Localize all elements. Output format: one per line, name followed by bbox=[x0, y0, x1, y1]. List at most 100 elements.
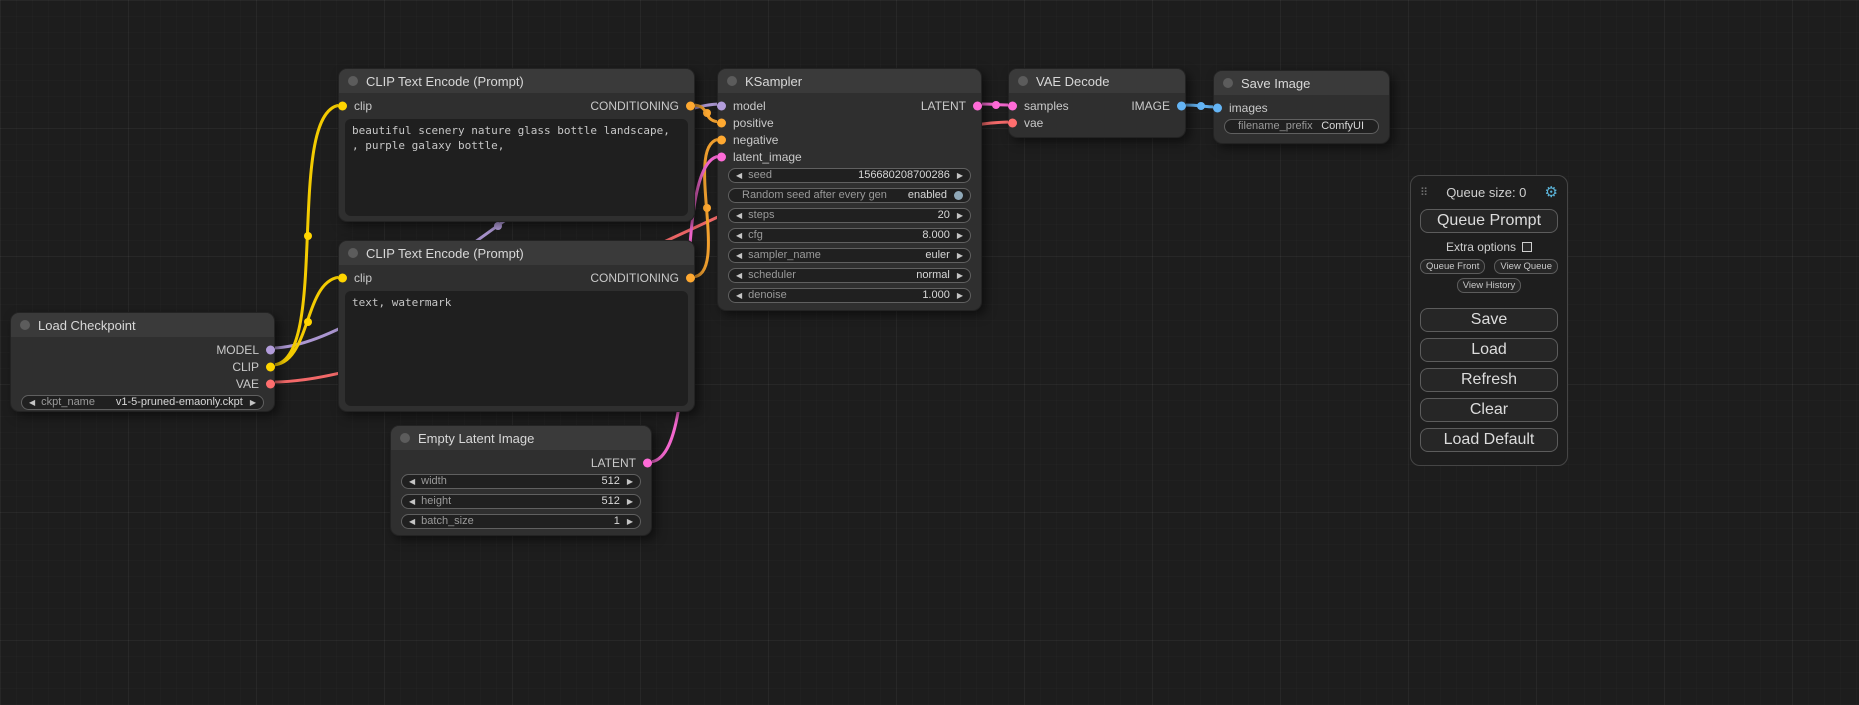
decrement-arrow-icon[interactable]: ◀ bbox=[736, 212, 742, 220]
clip-positive-title-bar[interactable]: CLIP Text Encode (Prompt) bbox=[339, 69, 694, 93]
conditioning-output-dot[interactable] bbox=[686, 273, 695, 282]
decrement-arrow-icon[interactable]: ◀ bbox=[409, 518, 415, 526]
decrement-arrow-icon[interactable]: ◀ bbox=[736, 292, 742, 300]
node-clip-text-encode-positive[interactable]: CLIP Text Encode (Prompt) clip CONDITION… bbox=[338, 68, 695, 222]
widget-label: height bbox=[421, 496, 451, 507]
vae-input-dot[interactable] bbox=[1008, 118, 1017, 127]
ksampler-title-bar[interactable]: KSampler bbox=[718, 69, 981, 93]
extra-options-checkbox[interactable] bbox=[1522, 242, 1532, 252]
refresh-button[interactable]: Refresh bbox=[1420, 368, 1558, 392]
filename-prefix-widget[interactable]: filename_prefix ComfyUI bbox=[1224, 119, 1379, 134]
decrement-arrow-icon[interactable]: ◀ bbox=[409, 478, 415, 486]
load-checkpoint-title-bar[interactable]: Load Checkpoint bbox=[11, 313, 274, 337]
node-clip-text-encode-negative[interactable]: CLIP Text Encode (Prompt) clip CONDITION… bbox=[338, 240, 695, 412]
seed-widget[interactable]: ◀ seed 156680208700286 ▶ bbox=[728, 168, 971, 183]
slot-label: CONDITIONING bbox=[590, 271, 679, 285]
node-empty-latent-image[interactable]: Empty Latent Image LATENT ◀ width 512 ▶ … bbox=[390, 425, 652, 536]
increment-arrow-icon[interactable]: ▶ bbox=[957, 272, 963, 280]
menu-drag-handle-icon[interactable]: ⠿ bbox=[1420, 186, 1428, 199]
cfg-widget[interactable]: ◀ cfg 8.000 ▶ bbox=[728, 228, 971, 243]
output-slot-clip: CLIP bbox=[11, 358, 274, 375]
images-input-dot[interactable] bbox=[1213, 103, 1222, 112]
save-button[interactable]: Save bbox=[1420, 308, 1558, 332]
steps-widget[interactable]: ◀ steps 20 ▶ bbox=[728, 208, 971, 223]
queue-front-button[interactable]: Queue Front bbox=[1420, 259, 1485, 274]
widget-value: 156680208700286 bbox=[858, 170, 950, 181]
increment-arrow-icon[interactable]: ▶ bbox=[627, 498, 633, 506]
vae-decode-title-bar[interactable]: VAE Decode bbox=[1009, 69, 1185, 93]
widget-label: Random seed after every gen bbox=[742, 190, 887, 201]
clip-negative-title-bar[interactable]: CLIP Text Encode (Prompt) bbox=[339, 241, 694, 265]
node-title-text: Save Image bbox=[1241, 76, 1310, 91]
view-history-button[interactable]: View History bbox=[1457, 278, 1522, 293]
slot-row-samples-image: samples IMAGE bbox=[1009, 97, 1185, 114]
widget-value: normal bbox=[916, 270, 950, 281]
decrement-arrow-icon[interactable]: ◀ bbox=[736, 272, 742, 280]
view-queue-button[interactable]: View Queue bbox=[1494, 259, 1558, 274]
positive-input-dot[interactable] bbox=[717, 118, 726, 127]
load-button[interactable]: Load bbox=[1420, 338, 1558, 362]
queue-small-buttons-row: Queue Front View Queue bbox=[1420, 259, 1558, 274]
scheduler-widget[interactable]: ◀ scheduler normal ▶ bbox=[728, 268, 971, 283]
queue-size-label: Queue size: 0 bbox=[1428, 185, 1544, 200]
decrement-arrow-icon[interactable]: ◀ bbox=[736, 172, 742, 180]
decrement-arrow-icon[interactable]: ◀ bbox=[29, 399, 35, 407]
width-widget[interactable]: ◀ width 512 ▶ bbox=[401, 474, 641, 489]
slot-label: vae bbox=[1024, 116, 1043, 130]
increment-arrow-icon[interactable]: ▶ bbox=[957, 252, 963, 260]
clear-button[interactable]: Clear bbox=[1420, 398, 1558, 422]
clip-output-dot[interactable] bbox=[266, 362, 275, 371]
slot-label: latent_image bbox=[733, 150, 802, 164]
sampler-name-widget[interactable]: ◀ sampler_name euler ▶ bbox=[728, 248, 971, 263]
widget-value: enabled bbox=[908, 190, 947, 201]
input-slot-vae: vae bbox=[1009, 114, 1185, 131]
negative-prompt-textarea[interactable]: text, watermark bbox=[345, 291, 688, 406]
settings-gear-icon[interactable]: ⚙ bbox=[1545, 185, 1558, 200]
ckpt-name-widget[interactable]: ◀ ckpt_name v1-5-pruned-emaonly.ckpt ▶ bbox=[21, 395, 264, 410]
node-vae-decode[interactable]: VAE Decode samples IMAGE vae bbox=[1008, 68, 1186, 138]
random-seed-toggle-widget[interactable]: Random seed after every gen enabled bbox=[728, 188, 971, 203]
increment-arrow-icon[interactable]: ▶ bbox=[957, 212, 963, 220]
slot-label: positive bbox=[733, 116, 774, 130]
model-output-dot[interactable] bbox=[266, 345, 275, 354]
vae-output-dot[interactable] bbox=[266, 379, 275, 388]
widget-label: cfg bbox=[748, 230, 763, 241]
extra-options-row: Extra options bbox=[1420, 240, 1558, 254]
latent-output-dot[interactable] bbox=[643, 458, 652, 467]
increment-arrow-icon[interactable]: ▶ bbox=[627, 478, 633, 486]
slot-row-clip-conditioning: clip CONDITIONING bbox=[339, 269, 694, 286]
samples-input-dot[interactable] bbox=[1008, 101, 1017, 110]
height-widget[interactable]: ◀ height 512 ▶ bbox=[401, 494, 641, 509]
node-load-checkpoint[interactable]: Load Checkpoint MODEL CLIP VAE ◀ ckpt_na… bbox=[10, 312, 275, 412]
load-default-button[interactable]: Load Default bbox=[1420, 428, 1558, 452]
latent-image-input-dot[interactable] bbox=[717, 152, 726, 161]
save-image-title-bar[interactable]: Save Image bbox=[1214, 71, 1389, 95]
increment-arrow-icon[interactable]: ▶ bbox=[957, 232, 963, 240]
queue-prompt-button[interactable]: Queue Prompt bbox=[1420, 209, 1558, 233]
conditioning-output-dot[interactable] bbox=[686, 101, 695, 110]
node-save-image[interactable]: Save Image images filename_prefix ComfyU… bbox=[1213, 70, 1390, 144]
denoise-widget[interactable]: ◀ denoise 1.000 ▶ bbox=[728, 288, 971, 303]
latent-output-dot[interactable] bbox=[973, 101, 982, 110]
increment-arrow-icon[interactable]: ▶ bbox=[627, 518, 633, 526]
toggle-on-dot-icon[interactable] bbox=[954, 191, 963, 200]
node-title-text: CLIP Text Encode (Prompt) bbox=[366, 74, 524, 89]
model-input-dot[interactable] bbox=[717, 101, 726, 110]
clip-input-dot[interactable] bbox=[338, 101, 347, 110]
empty-latent-title-bar[interactable]: Empty Latent Image bbox=[391, 426, 651, 450]
negative-input-dot[interactable] bbox=[717, 135, 726, 144]
node-status-dot-icon bbox=[348, 76, 358, 86]
decrement-arrow-icon[interactable]: ◀ bbox=[736, 232, 742, 240]
decrement-arrow-icon[interactable]: ◀ bbox=[409, 498, 415, 506]
link-midpoint-dot bbox=[304, 232, 312, 240]
decrement-arrow-icon[interactable]: ◀ bbox=[736, 252, 742, 260]
node-ksampler[interactable]: KSampler model LATENT positive negative … bbox=[717, 68, 982, 311]
image-output-dot[interactable] bbox=[1177, 101, 1186, 110]
increment-arrow-icon[interactable]: ▶ bbox=[250, 399, 256, 407]
clip-input-dot[interactable] bbox=[338, 273, 347, 282]
widget-label: width bbox=[421, 476, 447, 487]
positive-prompt-textarea[interactable]: beautiful scenery nature glass bottle la… bbox=[345, 119, 688, 216]
batch-size-widget[interactable]: ◀ batch_size 1 ▶ bbox=[401, 514, 641, 529]
increment-arrow-icon[interactable]: ▶ bbox=[957, 292, 963, 300]
increment-arrow-icon[interactable]: ▶ bbox=[957, 172, 963, 180]
